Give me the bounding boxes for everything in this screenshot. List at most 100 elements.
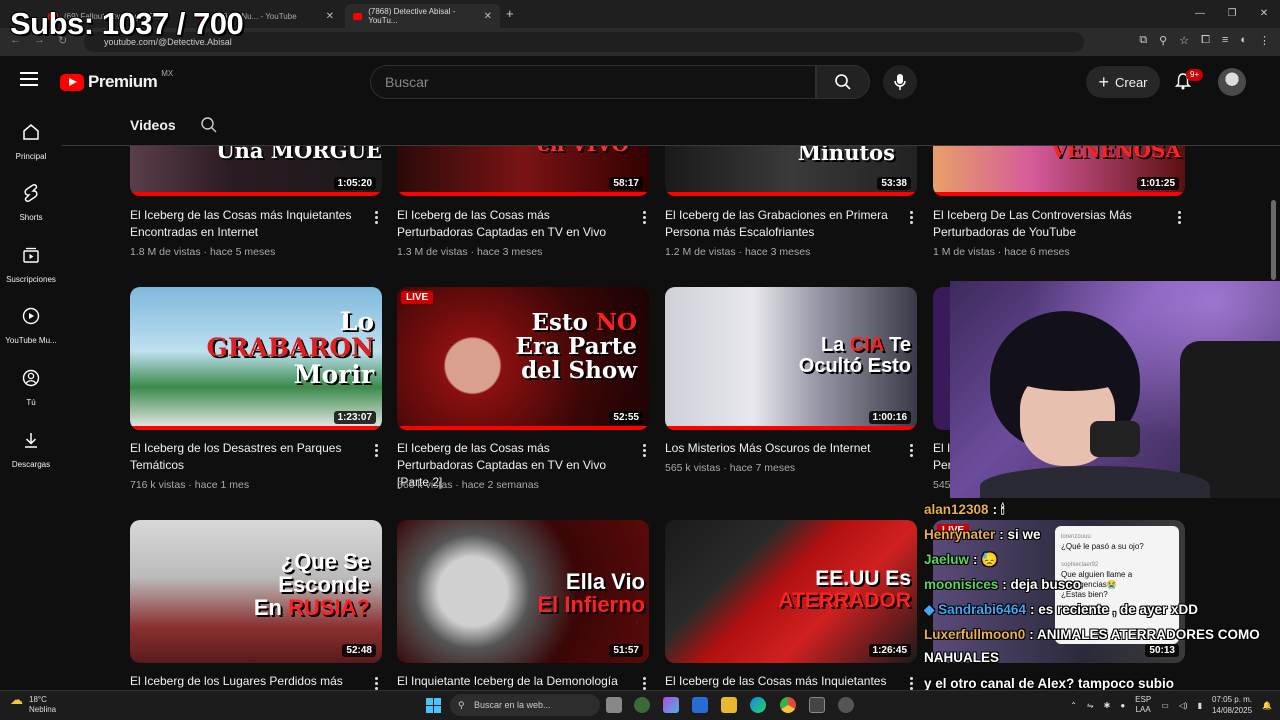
video-more-menu-icon[interactable] (375, 444, 379, 459)
video-thumbnail[interactable]: en VIVO 58:17 (397, 146, 649, 196)
video-thumbnail[interactable]: ¿Que Se Esconde En RUSIA? 52:48 (130, 520, 382, 663)
video-thumbnail[interactable]: Una MORGUE 1:05:20 (130, 146, 382, 196)
xbox-icon[interactable] (634, 697, 650, 713)
video-more-menu-icon[interactable] (375, 211, 379, 226)
youtube-premium-logo[interactable]: Premium MX (60, 68, 174, 92)
thumbnail-text: Esto NO Era Parte del Show (515, 309, 637, 385)
chrome-icon[interactable] (780, 697, 796, 713)
video-title[interactable]: Los Misterios Más Oscuros de Internet (665, 440, 895, 457)
video-thumbnail[interactable]: LIVE Esto NO Era Parte del Show 52:55 (397, 287, 649, 430)
create-button[interactable]: + Crear (1086, 66, 1160, 98)
download-icon (25, 433, 37, 448)
video-meta: 565 k vistas · hace 7 meses (665, 462, 796, 474)
sidebar-item-downloads[interactable]: Descargas (0, 430, 62, 472)
close-tab-icon[interactable]: ✕ (326, 11, 334, 22)
country-code: MX (161, 68, 174, 78)
volume-icon[interactable]: ◁) (1179, 701, 1188, 710)
sidebar-item-label: Descargas (11, 460, 51, 469)
video-meta: 545 (933, 479, 951, 491)
settings-app-icon[interactable] (838, 697, 854, 713)
obs-icon[interactable] (809, 697, 825, 713)
windows-start-icon[interactable] (426, 698, 441, 713)
store-icon[interactable] (692, 697, 708, 713)
bookmark-star-icon[interactable]: ☆ (1179, 34, 1189, 47)
weather-widget[interactable]: ☁ 18°C Neblina (10, 693, 56, 715)
subs-goal-overlay: Subs: 1037 / 700 (10, 6, 244, 41)
battery-icon[interactable]: ▮ (1198, 701, 1202, 710)
watch-progress-bar (665, 426, 917, 430)
browser-tab-active[interactable]: (7868) Detective Abisal - YouTu... ✕ (345, 4, 500, 28)
search-icon (835, 74, 851, 90)
network-icon[interactable]: ⇋ (1087, 701, 1094, 710)
video-thumbnail[interactable]: Minutos 53:38 (665, 146, 917, 196)
menu-icon[interactable] (20, 72, 38, 90)
watch-progress-bar (665, 192, 917, 196)
notifications-icon[interactable]: 🔔 (1262, 701, 1272, 710)
zoom-icon[interactable]: ⚲ (1159, 34, 1167, 47)
video-title[interactable]: El Iceberg de los Lugares Perdidos más (130, 673, 360, 690)
bluetooth-icon[interactable]: ✱ (1104, 701, 1111, 710)
video-thumbnail[interactable]: Lo GRABARON Morir 1:23:07 (130, 287, 382, 430)
video-more-menu-icon[interactable] (643, 211, 647, 226)
install-icon[interactable]: ⧉ (1139, 34, 1147, 47)
channel-search-icon[interactable] (200, 116, 218, 134)
chat-text: : ANIMALES ATERRADORES COMO (1029, 627, 1260, 642)
microphone-tray-icon[interactable]: ● (1120, 701, 1125, 710)
video-more-menu-icon[interactable] (643, 444, 647, 459)
system-tray: ⌃ ⇋ ✱ ● ESP LAA ▭ ◁) ▮ 07:05 p. m. 14/08/2… (1070, 694, 1272, 716)
taskbar-clock[interactable]: 07:05 p. m. 14/08/2025 (1212, 694, 1252, 716)
video-title[interactable]: El Iceberg de los Desastres en Parques T… (130, 440, 360, 474)
thumbnail-text: Minutos (797, 146, 895, 165)
video-title[interactable]: El Iceberg de las Grabaciones en Primera… (665, 207, 895, 241)
extensions-icon[interactable]: ⧠ (1201, 34, 1210, 47)
browser-menu-icon[interactable]: ⋮ (1259, 34, 1270, 47)
close-window-icon[interactable]: ✕ (1248, 0, 1280, 28)
sidebar-item-you[interactable]: Tú (0, 368, 62, 410)
display-icon[interactable]: ▭ (1161, 701, 1169, 710)
video-thumbnail[interactable]: VENENOSA 1:01:25 (933, 146, 1185, 196)
sidebar-item-youtube-music[interactable]: YouTube Mu... (0, 306, 62, 348)
reading-list-icon[interactable]: ≡ (1222, 34, 1228, 47)
video-thumbnail[interactable]: La CIA Te Ocultó Esto 1:00:16 (665, 287, 917, 430)
chevron-up-icon[interactable]: ⌃ (1070, 701, 1077, 710)
search-input[interactable]: Buscar (370, 65, 816, 99)
tab-videos[interactable]: Videos (130, 117, 176, 133)
chat-message: alan12308: 🕯 (924, 502, 1005, 518)
video-meta: 566 k vistas · hace 2 semanas (397, 479, 539, 491)
close-tab-icon[interactable]: ✕ (484, 11, 492, 22)
minimize-icon[interactable]: — (1184, 0, 1216, 28)
thumbnail-text: La CIA Te Ocultó Esto (798, 334, 911, 377)
sidebar-item-label: Shorts (19, 213, 43, 222)
file-explorer-icon[interactable] (721, 697, 737, 713)
video-title[interactable]: El Iceberg De Las Controversias Más Pert… (933, 207, 1163, 241)
profile-icon[interactable]: ◐ (1240, 34, 1247, 47)
thumbnail-text: VENENOSA (1051, 146, 1181, 162)
video-more-menu-icon[interactable] (1178, 211, 1182, 226)
video-thumbnail[interactable]: EE.UU Es ATERRADOR 1:26:45 (665, 520, 917, 663)
video-more-menu-icon[interactable] (910, 211, 914, 226)
comment-user: lorenzouuu (1061, 534, 1091, 540)
taskbar-search[interactable]: ⚲ Buscar en la web... (450, 694, 600, 716)
language-indicator[interactable]: ESP LAA (1135, 695, 1151, 715)
sidebar-item-shorts[interactable]: Shorts (0, 183, 62, 225)
search-button[interactable] (816, 65, 870, 99)
youtube-favicon-icon (353, 12, 363, 20)
sidebar-item-label: YouTube Mu... (5, 336, 57, 345)
video-title[interactable]: El Iceberg de las Cosas más Inquietantes… (130, 207, 360, 241)
page-scrollbar[interactable] (1271, 200, 1276, 280)
video-more-menu-icon[interactable] (910, 444, 914, 459)
sidebar-item-subscriptions[interactable]: Suscripciones (0, 245, 62, 287)
video-title[interactable]: El Iceberg de las Cosas más Perturbadora… (397, 207, 627, 241)
edge-icon[interactable] (750, 697, 766, 713)
sidebar-item-principal[interactable]: Principal (0, 122, 62, 164)
channel-tab-bar: Videos (62, 106, 1280, 146)
video-thumbnail[interactable]: Ella Vio El Infierno 51:57 (397, 520, 649, 663)
video-title[interactable]: El Inquietante Iceberg de la Demonología (397, 673, 627, 690)
maximize-icon[interactable]: ❐ (1216, 0, 1248, 28)
avatar[interactable] (1218, 68, 1246, 96)
copilot-icon[interactable] (663, 697, 679, 713)
voice-search-button[interactable] (883, 65, 917, 99)
new-tab-icon[interactable]: + (506, 6, 514, 21)
chat-text: : 😓 (973, 552, 999, 567)
task-view-icon[interactable] (606, 697, 622, 713)
